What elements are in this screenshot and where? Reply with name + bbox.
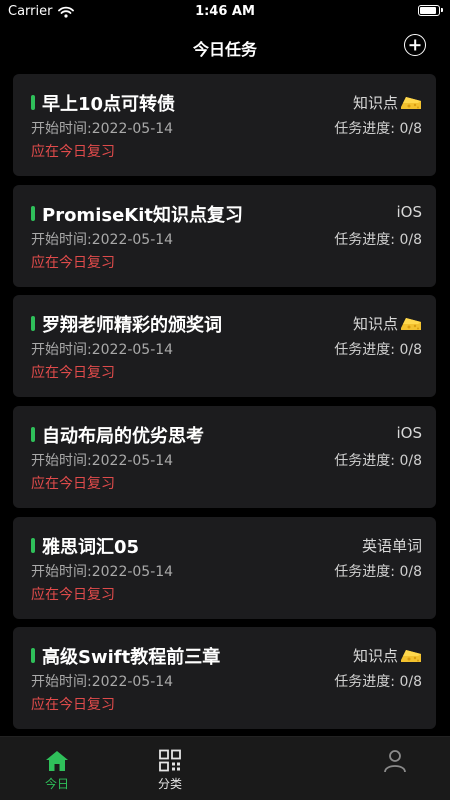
- task-name: PromiseKit知识点复习: [42, 204, 244, 226]
- task-start-time: 开始时间:2022-05-14: [31, 342, 174, 359]
- person-icon: [384, 750, 406, 773]
- task-category: iOS: [397, 203, 423, 221]
- task-review-status: 应在今日复习: [31, 586, 115, 603]
- tab-category[interactable]: 分类: [115, 737, 225, 800]
- task-category-label: iOS: [396, 424, 423, 443]
- task-start-time: 开始时间:2022-05-14: [31, 563, 174, 580]
- cheese-icon: [400, 95, 422, 111]
- page-title: 今日任务: [192, 40, 257, 59]
- task-category-label: 知识点: [352, 315, 398, 334]
- task-name: 雅思词汇05: [42, 536, 140, 558]
- cheese-icon: [400, 648, 422, 664]
- task-name: 早上10点可转债: [42, 94, 176, 115]
- task-progress: 任务进度: 0/8: [334, 121, 422, 137]
- task-category: 知识点: [353, 313, 422, 334]
- task-card[interactable]: 罗翔老师精彩的颁奖词 知识点 开始时间:2022-05-14 任务进度: 0/8…: [13, 295, 436, 398]
- task-review-status: 应在今日复习: [31, 697, 115, 714]
- task-card[interactable]: PromiseKit知识点复习 iOS 开始时间:2022-05-14 任务进度…: [13, 184, 436, 287]
- battery-fill: [420, 7, 437, 14]
- tab-bar: 今日 分类: [0, 736, 450, 800]
- task-category-label: 英语单词: [361, 536, 422, 555]
- grid-icon: [159, 749, 181, 772]
- task-accent-bar: [31, 205, 35, 221]
- task-accent-bar: [31, 316, 35, 332]
- cheese-icon: [400, 316, 422, 332]
- task-accent-bar: [31, 648, 35, 664]
- task-progress: 任务进度: 0/8: [334, 674, 422, 691]
- task-progress: 任务进度: 0/8: [334, 231, 422, 248]
- task-category: 知识点: [353, 645, 422, 666]
- tab-category-label: 分类: [157, 777, 182, 791]
- task-start-time: 开始时间:2022-05-14: [31, 121, 174, 137]
- task-start-time: 开始时间:2022-05-14: [31, 231, 174, 248]
- task-card[interactable]: 雅思词汇05 英语单词 开始时间:2022-05-14 任务进度: 0/8 应在…: [13, 516, 436, 619]
- task-accent-bar: [31, 95, 35, 110]
- status-bar: Carrier 1:46 AM: [0, 0, 450, 24]
- tab-profile[interactable]: [340, 737, 450, 800]
- tab-today-label: 今日: [44, 777, 69, 791]
- task-name: 高级Swift教程前三章: [42, 647, 221, 669]
- task-accent-bar: [31, 537, 35, 553]
- task-list: 早上10点可转债 知识点 开始时间:2022-05-14 任务进度: 0/8 应…: [13, 74, 436, 738]
- task-category-label: 知识点: [352, 647, 398, 666]
- task-review-status: 应在今日复习: [31, 365, 115, 382]
- task-name: 自动布局的优劣思考: [42, 426, 204, 448]
- nav-bar: 今日任务: [0, 24, 450, 68]
- task-card[interactable]: 高级Swift教程前三章 知识点 开始时间:2022-05-14 任务进度: 0…: [13, 627, 436, 730]
- task-review-status: 应在今日复习: [31, 476, 115, 493]
- battery-icon: [418, 5, 443, 16]
- task-category: 知识点: [353, 92, 422, 113]
- task-start-time: 开始时间:2022-05-14: [31, 674, 174, 691]
- task-progress: 任务进度: 0/8: [334, 453, 422, 470]
- task-category: iOS: [397, 424, 423, 442]
- task-category-label: iOS: [396, 202, 423, 221]
- task-progress: 任务进度: 0/8: [334, 563, 422, 580]
- add-task-button[interactable]: [404, 34, 426, 56]
- task-category: 英语单词: [362, 535, 422, 556]
- task-review-status: 应在今日复习: [31, 254, 115, 271]
- tab-today[interactable]: 今日: [2, 737, 112, 800]
- task-category-label: 知识点: [352, 94, 398, 112]
- task-progress: 任务进度: 0/8: [334, 342, 422, 359]
- task-start-time: 开始时间:2022-05-14: [31, 453, 174, 470]
- task-review-status: 应在今日复习: [31, 144, 115, 160]
- status-time: 1:46 AM: [195, 4, 255, 19]
- task-card[interactable]: 早上10点可转债 知识点 开始时间:2022-05-14 任务进度: 0/8 应…: [13, 74, 436, 176]
- task-accent-bar: [31, 427, 35, 443]
- task-name: 罗翔老师精彩的颁奖词: [42, 315, 222, 337]
- task-card[interactable]: 自动布局的优劣思考 iOS 开始时间:2022-05-14 任务进度: 0/8 …: [13, 406, 436, 509]
- home-icon: [46, 751, 68, 771]
